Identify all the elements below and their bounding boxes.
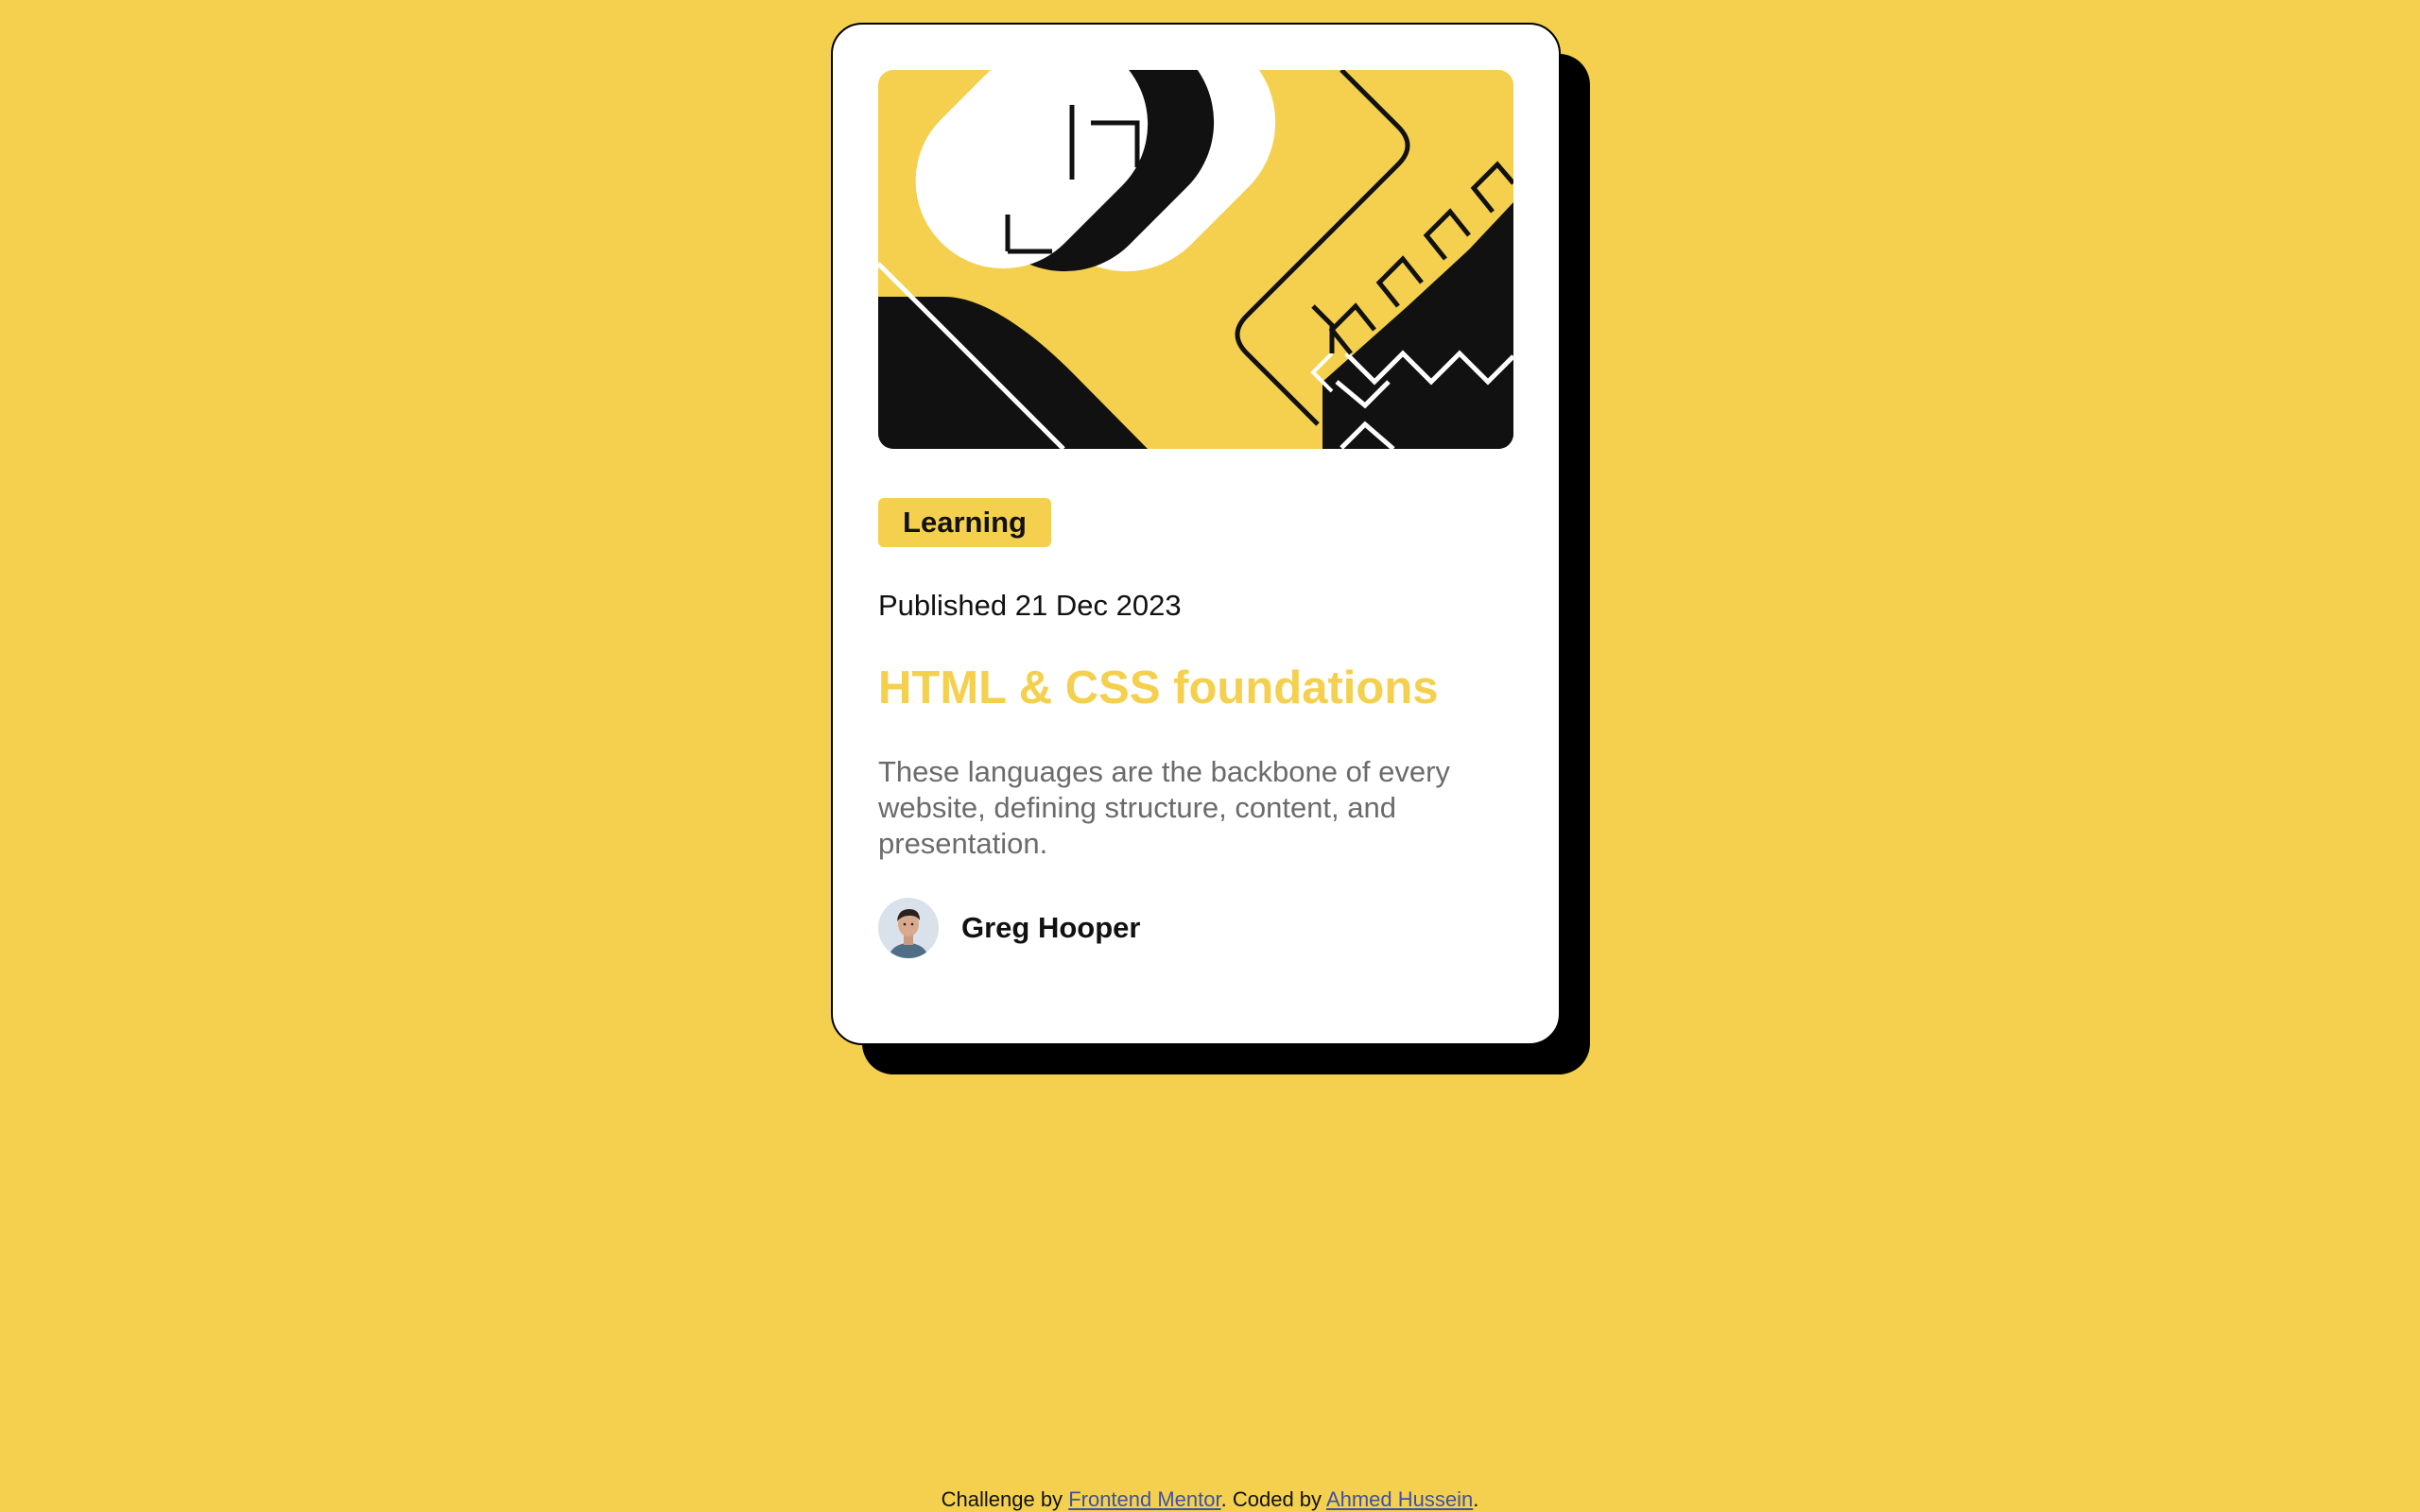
published-date: Published 21 Dec 2023 (878, 589, 1182, 622)
blog-preview-card: Learning Published 21 Dec 2023 HTML & CS… (831, 23, 1561, 1045)
author: Greg Hooper (878, 898, 1140, 958)
attribution-prefix: Challenge by (941, 1487, 1063, 1511)
author-name: Greg Hooper (961, 911, 1141, 944)
card-description: These languages are the backbone of ever… (878, 755, 1450, 860)
category-badge: Learning (878, 498, 1051, 547)
attribution-suffix: . (1473, 1487, 1479, 1511)
hero-illustration (878, 70, 1513, 449)
frontend-mentor-link[interactable]: Frontend Mentor (1068, 1487, 1220, 1511)
card-title[interactable]: HTML & CSS foundations (878, 660, 1439, 716)
author-link[interactable]: Ahmed Hussein (1326, 1487, 1473, 1511)
attribution-footer: Challenge by Frontend Mentor. Coded by A… (0, 1487, 2420, 1512)
attribution-middle: . Coded by (1220, 1487, 1322, 1511)
author-avatar (878, 898, 939, 958)
